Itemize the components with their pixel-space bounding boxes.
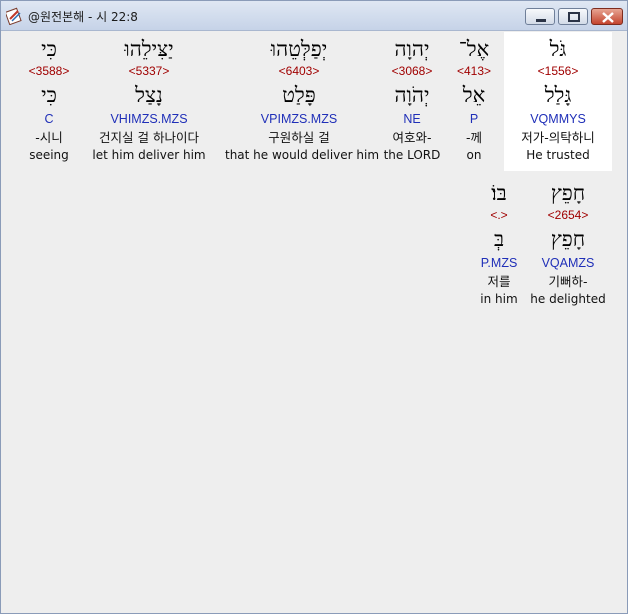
word-cell[interactable]: חָפֵץ <2654> חָפֵץ VQAMZS 기뻐하- he deligh… [526, 176, 610, 315]
word-cell[interactable]: בּוֹ׃ <.> בְּ P.MZS 저를 in him [474, 176, 524, 315]
word-cell[interactable]: יַצִּילֵהוּ <5337> נָצַל VHIMZS.MZS 건지실 … [78, 32, 220, 171]
strong-number[interactable]: <1556> [504, 64, 612, 78]
hebrew-word: בּוֹ׃ [491, 181, 507, 205]
korean-gloss: -시니 [35, 130, 63, 145]
hebrew-lemma: בְּ [493, 227, 505, 251]
morphology-code: P [469, 112, 479, 126]
korean-gloss: 저를 [487, 274, 511, 289]
title-bar[interactable]: @원전본해 - 시 22:8 [1, 1, 627, 31]
window-title: @원전본해 - 시 22:8 [28, 10, 138, 24]
hebrew-lemma: יְהֹוָה [394, 83, 430, 107]
strong-number[interactable]: <413> [449, 64, 499, 78]
korean-gloss: 건지실 걸 하나이다 [99, 130, 199, 145]
korean-gloss: -께 [465, 130, 482, 145]
minimize-icon [536, 19, 546, 22]
morphology-code: P.MZS [480, 256, 518, 270]
english-gloss: he delighted [530, 292, 606, 306]
hebrew-lemma: פָּלַט [282, 83, 316, 107]
app-icon [6, 7, 22, 25]
app-window: @원전본해 - 시 22:8 גֹּל <1556> גָּלַל VQMMYS… [0, 0, 628, 614]
hebrew-word: חָפֵץ [550, 181, 586, 205]
strong-number[interactable]: <3068> [379, 64, 445, 78]
english-gloss: let him deliver him [92, 148, 206, 162]
strong-number[interactable]: <3588> [22, 64, 76, 78]
hebrew-word: יְהוָה [394, 37, 430, 61]
hebrew-lemma: חָפֵץ [550, 227, 586, 251]
word-cell[interactable]: יְפַלְּטֵהוּ <6403> פָּלַט VPIMZS.MZS 구원… [225, 32, 380, 171]
english-gloss: on [466, 148, 482, 162]
strong-number[interactable]: <5337> [78, 64, 220, 78]
hebrew-word: כִּי [41, 37, 57, 61]
word-cell[interactable]: כִּי <3588> כִּי C -시니 seeing [22, 32, 76, 171]
korean-gloss: 기뻐하- [548, 274, 588, 289]
hebrew-lemma: כִּי [41, 83, 57, 107]
close-button[interactable] [591, 8, 623, 25]
hebrew-word: יְפַלְּטֵהוּ [270, 37, 328, 61]
strong-number[interactable]: <.> [474, 208, 524, 222]
english-gloss: He trusted [526, 148, 590, 162]
hebrew-lemma: גָּלַל [544, 83, 572, 107]
english-gloss: that he would deliver him [225, 148, 380, 162]
close-icon [602, 12, 614, 23]
strong-number[interactable]: <2654> [526, 208, 610, 222]
korean-gloss: 저가-의탁하니 [521, 130, 595, 145]
hebrew-word: גֹּל [549, 37, 567, 61]
english-gloss: in him [480, 292, 518, 306]
word-cell[interactable]: גֹּל <1556> גָּלַל VQMMYS 저가-의탁하니 He tru… [504, 32, 612, 171]
morphology-code: C [44, 112, 54, 126]
minimize-button[interactable] [525, 8, 555, 25]
interlinear-panel: גֹּל <1556> גָּלַל VQMMYS 저가-의탁하니 He tru… [6, 32, 624, 610]
morphology-code: VQAMZS [541, 256, 595, 270]
maximize-button[interactable] [558, 8, 588, 25]
word-cell[interactable]: יְהוָה <3068> יְהֹוָה NE 여호와- the LORD [379, 32, 445, 171]
hebrew-word: יַצִּילֵהוּ [124, 37, 174, 61]
restore-icon [568, 12, 580, 22]
korean-gloss: 여호와- [392, 130, 432, 145]
strong-number[interactable]: <6403> [225, 64, 373, 78]
morphology-code: VQMMYS [530, 112, 586, 126]
morphology-code: VPIMZS.MZS [260, 112, 338, 126]
word-cell[interactable]: אֶל־ <413> אֵל P -께 on [449, 32, 499, 171]
english-gloss: seeing [29, 148, 69, 162]
hebrew-lemma: אֵל [462, 83, 486, 107]
hebrew-lemma: נָצַל [135, 83, 163, 107]
english-gloss: the LORD [383, 148, 441, 162]
hebrew-word: אֶל־ [458, 37, 490, 61]
korean-gloss: 구원하실 걸 [268, 130, 330, 145]
morphology-code: VHIMZS.MZS [110, 112, 188, 126]
morphology-code: NE [403, 112, 421, 126]
